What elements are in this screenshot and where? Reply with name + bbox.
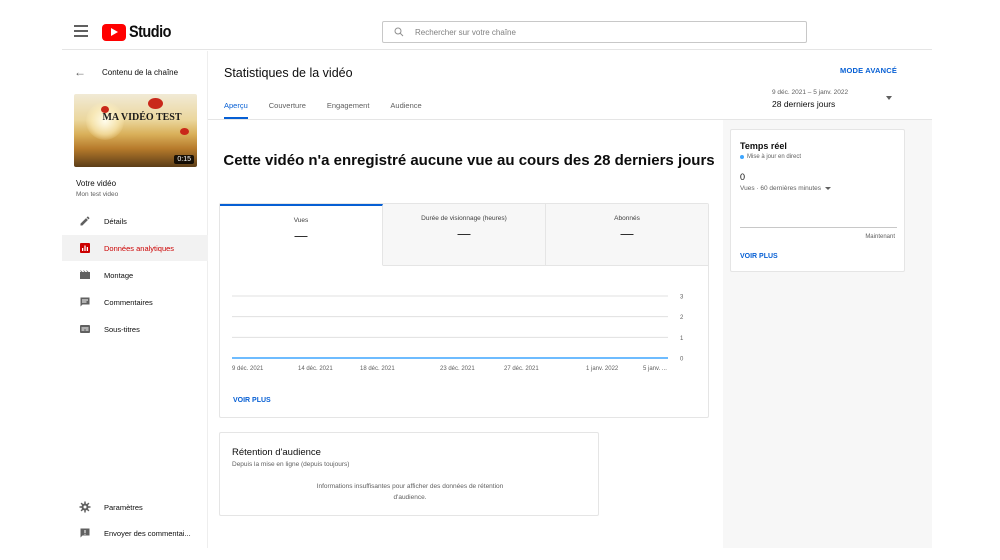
search-input[interactable]: Rechercher sur votre chaîne xyxy=(382,21,807,43)
logo-text: Studio xyxy=(129,22,171,41)
send-feedback-button[interactable]: Envoyer des commentai... xyxy=(62,521,208,545)
thumbnail-poppy xyxy=(180,128,189,135)
analytics-tabs: Aperçu Couverture Engagement Audience xyxy=(224,101,443,119)
y-tick-label: 1 xyxy=(680,336,684,342)
audience-retention-card: Rétention d'audience Depuis la mise en l… xyxy=(219,432,599,516)
realtime-card: Temps réel Mise à jour en direct 0 Vues … xyxy=(730,129,905,272)
page-title: Statistiques de la vidéo xyxy=(224,66,353,80)
your-video-label: Votre vidéo xyxy=(76,179,117,188)
metric-value: — xyxy=(457,226,471,241)
metric-watch-time[interactable]: Durée de visionnage (heures) — xyxy=(383,204,546,266)
sidebar: ← Contenu de la chaîne MA VIDÉO TEST 0:1… xyxy=(62,51,208,548)
sidebar-item-analytics[interactable]: Données analytiques xyxy=(62,235,208,261)
tab-engagement[interactable]: Engagement xyxy=(327,101,370,119)
settings-label: Paramètres xyxy=(104,502,143,512)
metric-value: — xyxy=(294,228,308,243)
search-icon xyxy=(394,27,404,37)
views-chart-svg: 3 2 1 0 9 déc. 2021 14 déc. 2021 18 déc. 2021 2… xyxy=(232,295,684,372)
x-tick-label: 14 déc. 2021 xyxy=(298,366,333,372)
advanced-mode-link[interactable]: MODE AVANCÉ xyxy=(840,66,897,75)
realtime-now-label: Maintenant xyxy=(865,234,895,240)
realtime-title: Temps réel xyxy=(740,141,787,151)
x-tick-label: 9 déc. 2021 xyxy=(232,366,264,372)
live-update-indicator: Mise à jour en direct xyxy=(740,154,801,160)
sidebar-item-comments[interactable]: Commentaires xyxy=(62,289,208,315)
video-info: Votre vidéo Mon test video xyxy=(76,179,118,198)
video-name: Mon test video xyxy=(76,191,119,198)
metric-label: Durée de visionnage (heures) xyxy=(421,215,507,222)
metric-views[interactable]: Vues — xyxy=(220,204,383,266)
date-range-selector[interactable]: 9 déc. 2021 – 5 janv. 2022 28 derniers j… xyxy=(772,89,848,109)
video-thumbnail[interactable]: MA VIDÉO TEST 0:15 xyxy=(74,94,197,167)
sidebar-item-label: Détails xyxy=(104,216,127,226)
gear-icon xyxy=(79,501,91,513)
sidebar-item-label: Commentaires xyxy=(104,297,153,307)
x-tick-label: 5 janv. ... xyxy=(643,366,667,372)
views-chart: 3 2 1 0 9 déc. 2021 14 déc. 2021 18 déc. 2021 2… xyxy=(230,295,700,381)
sidebar-item-details[interactable]: Détails xyxy=(62,208,208,234)
tab-audience[interactable]: Audience xyxy=(390,101,421,119)
subtitles-icon xyxy=(80,325,90,333)
search-placeholder: Rechercher sur votre chaîne xyxy=(415,27,516,37)
live-update-label: Mise à jour en direct xyxy=(747,154,802,160)
tab-overview[interactable]: Aperçu xyxy=(224,101,248,119)
no-views-message: Cette vidéo n'a enregistré aucune vue au… xyxy=(223,152,715,169)
back-to-channel-content[interactable]: ← Contenu de la chaîne xyxy=(74,65,178,79)
chevron-down-icon xyxy=(825,187,832,190)
hamburger-menu-icon[interactable] xyxy=(74,25,88,37)
analytics-icon xyxy=(80,243,90,253)
tab-reach[interactable]: Couverture xyxy=(269,101,306,119)
sidebar-item-subtitles[interactable]: Sous-titres xyxy=(62,316,208,342)
y-tick-label: 2 xyxy=(680,315,684,321)
y-tick-label: 3 xyxy=(680,295,684,301)
realtime-metric-selector[interactable]: Vues · 60 dernières minutes xyxy=(740,185,832,192)
pencil-icon xyxy=(80,216,90,226)
clapper-icon xyxy=(80,270,90,279)
x-tick-label: 23 déc. 2021 xyxy=(440,366,475,372)
see-more-link[interactable]: VOIR PLUS xyxy=(233,397,271,404)
back-arrow-icon: ← xyxy=(74,65,86,79)
realtime-chart-baseline xyxy=(740,227,897,228)
date-range-dates: 9 déc. 2021 – 5 janv. 2022 xyxy=(772,89,849,96)
studio-window: Studio Rechercher sur votre chaîne ← Con… xyxy=(62,12,932,548)
top-bar: Studio Rechercher sur votre chaîne xyxy=(62,12,932,50)
x-tick-label: 1 janv. 2022 xyxy=(586,366,619,372)
sidebar-item-label: Données analytiques xyxy=(104,243,175,253)
x-tick-label: 27 déc. 2021 xyxy=(504,366,539,372)
youtube-play-icon xyxy=(102,23,126,41)
metric-value: — xyxy=(620,226,634,241)
feedback-label: Envoyer des commentai... xyxy=(104,528,191,538)
thumbnail-poppy xyxy=(148,98,163,109)
studio-logo[interactable]: Studio xyxy=(102,22,178,42)
sidebar-item-label: Montage xyxy=(104,270,134,280)
metric-label: Vues xyxy=(293,217,309,224)
video-duration-badge: 0:15 xyxy=(174,155,194,164)
realtime-metric-label: Vues · 60 dernières minutes xyxy=(740,185,822,192)
thumbnail-title: MA VIDÉO TEST xyxy=(102,112,182,123)
back-label: Contenu de la chaîne xyxy=(102,67,179,77)
retention-title: Rétention d'audience xyxy=(232,447,321,458)
metric-subscribers[interactable]: Abonnés — xyxy=(546,204,708,266)
tabs-divider xyxy=(208,119,932,120)
retention-subtitle: Depuis la mise en ligne (depuis toujours… xyxy=(232,461,350,468)
comment-icon xyxy=(80,297,90,307)
sidebar-item-label: Sous-titres xyxy=(104,324,140,334)
date-range-dropdown-icon[interactable] xyxy=(886,96,892,100)
metrics-card: Vues — Durée de visionnage (heures) — Ab… xyxy=(219,203,709,418)
sidebar-item-editor[interactable]: Montage xyxy=(62,262,208,288)
metric-label: Abonnés xyxy=(614,215,640,222)
realtime-count: 0 xyxy=(740,172,746,182)
x-tick-label: 18 déc. 2021 xyxy=(360,366,395,372)
settings-button[interactable]: Paramètres xyxy=(62,495,208,519)
date-range-period: 28 derniers jours xyxy=(772,99,836,109)
y-tick-label: 0 xyxy=(680,357,684,363)
feedback-icon xyxy=(80,528,90,538)
realtime-see-more-link[interactable]: VOIR PLUS xyxy=(740,253,778,260)
retention-message: Informations insuffisantes pour afficher… xyxy=(316,483,504,501)
live-dot-icon xyxy=(740,155,744,159)
